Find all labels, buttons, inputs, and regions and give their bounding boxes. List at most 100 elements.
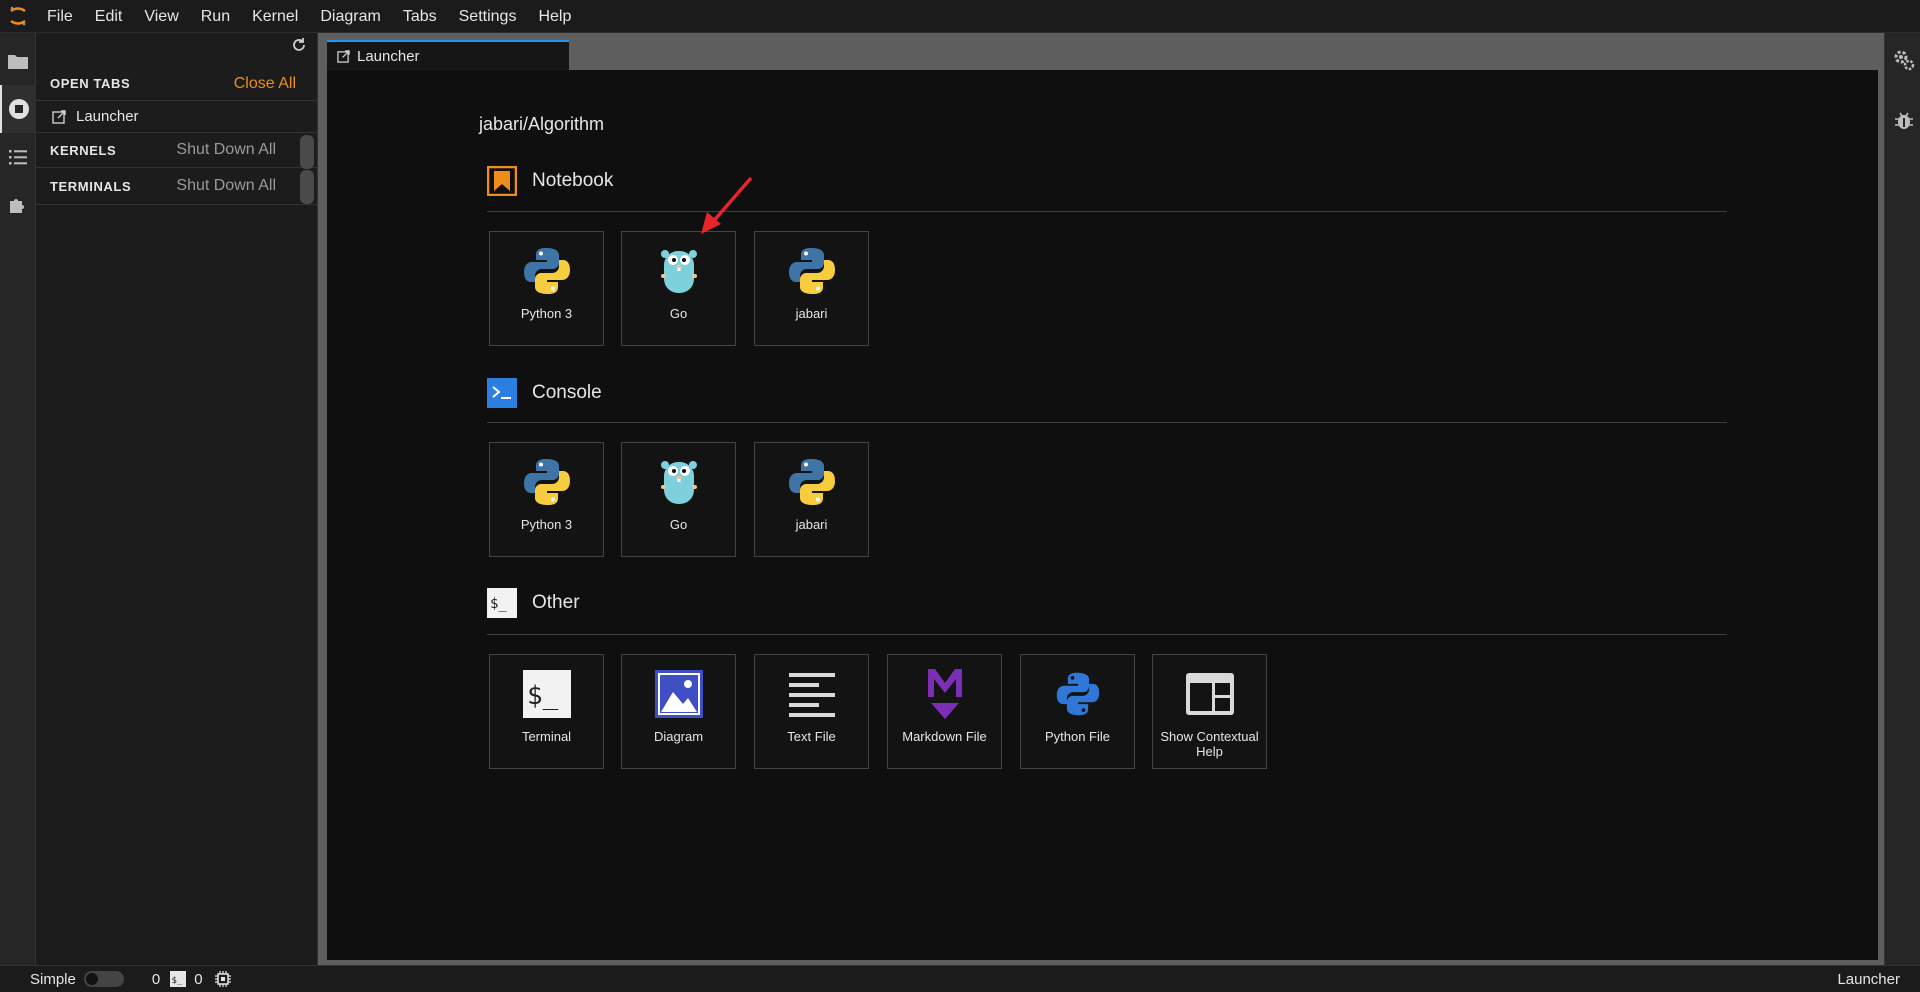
running-sessions-stop-icon[interactable] — [0, 85, 36, 133]
open-tabs-section: OPEN TABS Close All — [36, 67, 318, 101]
menu-edit[interactable]: Edit — [84, 0, 134, 33]
card-label: jabari — [795, 306, 828, 321]
python-logo-icon — [785, 455, 839, 509]
text-file-lines-icon — [785, 667, 839, 721]
notebook-section-title: Notebook — [532, 170, 614, 191]
go-gopher-icon — [652, 455, 706, 509]
card-label: Text File — [787, 729, 836, 744]
other-markdown-file-card[interactable]: Markdown File — [887, 654, 1002, 769]
console-go-card[interactable]: Go — [621, 442, 736, 557]
console-python3-card[interactable]: Python 3 — [489, 442, 604, 557]
red-annotation-arrow-icon — [701, 176, 753, 234]
left-activity-bar — [0, 33, 36, 965]
open-tab-item-launcher[interactable]: Launcher — [36, 101, 318, 133]
open-tabs-title: OPEN TABS — [50, 76, 131, 91]
menu-tabs[interactable]: Tabs — [392, 0, 448, 33]
notebook-section-header: Notebook — [487, 166, 613, 196]
terminal-icon: $_ — [520, 667, 574, 721]
cpu-chip-icon — [214, 971, 231, 987]
debugger-bug-icon[interactable] — [1894, 111, 1914, 136]
launch-icon — [337, 49, 350, 63]
file-browser-folder-icon[interactable] — [0, 37, 36, 85]
notebook-python3-card[interactable]: Python 3 — [489, 231, 604, 346]
tab-launcher-label: Launcher — [357, 47, 420, 65]
terminals-scrollbar[interactable] — [300, 170, 314, 204]
menu-kernel[interactable]: Kernel — [241, 0, 309, 33]
other-text-file-card[interactable]: Text File — [754, 654, 869, 769]
launcher-panel: jabari/Algorithm Notebook Python 3 Go ja… — [327, 70, 1878, 960]
notebook-jabari-card[interactable]: jabari — [754, 231, 869, 346]
property-inspector-gears-icon[interactable] — [1893, 49, 1915, 76]
console-jabari-card[interactable]: jabari — [754, 442, 869, 557]
extension-puzzle-icon[interactable] — [0, 181, 36, 229]
diagram-image-icon — [652, 667, 706, 721]
menu-settings[interactable]: Settings — [448, 0, 528, 33]
notebook-go-card[interactable]: Go — [621, 231, 736, 346]
menu-help[interactable]: Help — [527, 0, 582, 33]
terminals-section: TERMINALS Shut Down All — [36, 168, 318, 205]
other-diagram-card[interactable]: Diagram — [621, 654, 736, 769]
terminal-status-icon: $_ — [170, 971, 187, 987]
terminals-shut-down-all-button[interactable]: Shut Down All — [176, 177, 318, 195]
open-tab-item-label: Launcher — [76, 108, 139, 125]
card-label: Go — [669, 306, 688, 321]
svg-text:$_: $_ — [172, 976, 183, 986]
card-label: Diagram — [653, 729, 704, 744]
simple-mode-label: Simple — [30, 970, 76, 988]
right-activity-bar — [1884, 33, 1920, 965]
card-label: jabari — [795, 517, 828, 532]
notebook-icon — [487, 166, 517, 196]
other-section-header: $_ Other — [487, 588, 580, 618]
launch-icon — [52, 109, 66, 124]
kernels-scrollbar[interactable] — [300, 135, 314, 169]
console-prompt-icon — [487, 378, 517, 408]
simple-mode-toggle[interactable] — [83, 971, 124, 987]
python-logo-icon — [785, 244, 839, 298]
kernel-count[interactable]: 0 — [152, 971, 160, 988]
python-file-icon — [1051, 667, 1105, 721]
terminal-dollar-icon: $_ — [487, 588, 517, 618]
contextual-help-icon — [1183, 667, 1237, 721]
menu-file[interactable]: File — [36, 0, 84, 33]
other-contextual-help-card[interactable]: Show Contextual Help — [1152, 654, 1267, 769]
kernels-section: KERNELS Shut Down All — [36, 133, 318, 169]
table-of-contents-list-icon[interactable] — [0, 133, 36, 181]
other-divider — [487, 634, 1727, 635]
python-logo-icon — [520, 244, 574, 298]
svg-text:$_: $_ — [527, 681, 559, 711]
terminals-title: TERMINALS — [50, 178, 132, 194]
console-section-title: Console — [532, 382, 602, 403]
other-python-file-card[interactable]: Python File — [1020, 654, 1135, 769]
menu-bar: File Edit View Run Kernel Diagram Tabs S… — [0, 0, 1920, 33]
status-bar: Simple 0 $_ 0 Launcher — [0, 965, 1920, 992]
kernels-shut-down-all-button[interactable]: Shut Down All — [176, 141, 318, 159]
card-label: Python 3 — [520, 306, 573, 321]
svg-text:$_: $_ — [490, 596, 507, 612]
go-gopher-icon — [652, 244, 706, 298]
other-terminal-card[interactable]: $_ Terminal — [489, 654, 604, 769]
card-label: Markdown File — [902, 729, 987, 744]
jupyter-logo-icon — [0, 0, 36, 33]
console-section-header: Console — [487, 378, 602, 408]
menu-diagram[interactable]: Diagram — [309, 0, 391, 33]
status-current-activity: Launcher — [1837, 971, 1900, 988]
markdown-icon — [918, 667, 972, 721]
terminal-count[interactable]: 0 — [194, 971, 202, 988]
menu-run[interactable]: Run — [190, 0, 241, 33]
card-label: Go — [669, 517, 688, 532]
tab-launcher[interactable]: Launcher — [327, 40, 569, 70]
card-label: Show Contextual Help — [1160, 729, 1259, 759]
close-all-button[interactable]: Close All — [234, 75, 318, 93]
menu-view[interactable]: View — [133, 0, 189, 33]
current-directory: jabari/Algorithm — [479, 114, 605, 134]
python-logo-icon — [520, 455, 574, 509]
other-section-title: Other — [532, 592, 580, 613]
running-sessions-panel: OPEN TABS Close All Launcher KERNELS Shu… — [36, 33, 318, 965]
card-label: Python File — [1044, 729, 1111, 744]
refresh-icon[interactable] — [291, 37, 309, 55]
console-divider — [487, 422, 1727, 423]
kernels-title: KERNELS — [50, 142, 117, 158]
card-label: Terminal — [521, 729, 572, 744]
notebook-divider — [487, 211, 1727, 212]
card-label: Python 3 — [520, 517, 573, 532]
